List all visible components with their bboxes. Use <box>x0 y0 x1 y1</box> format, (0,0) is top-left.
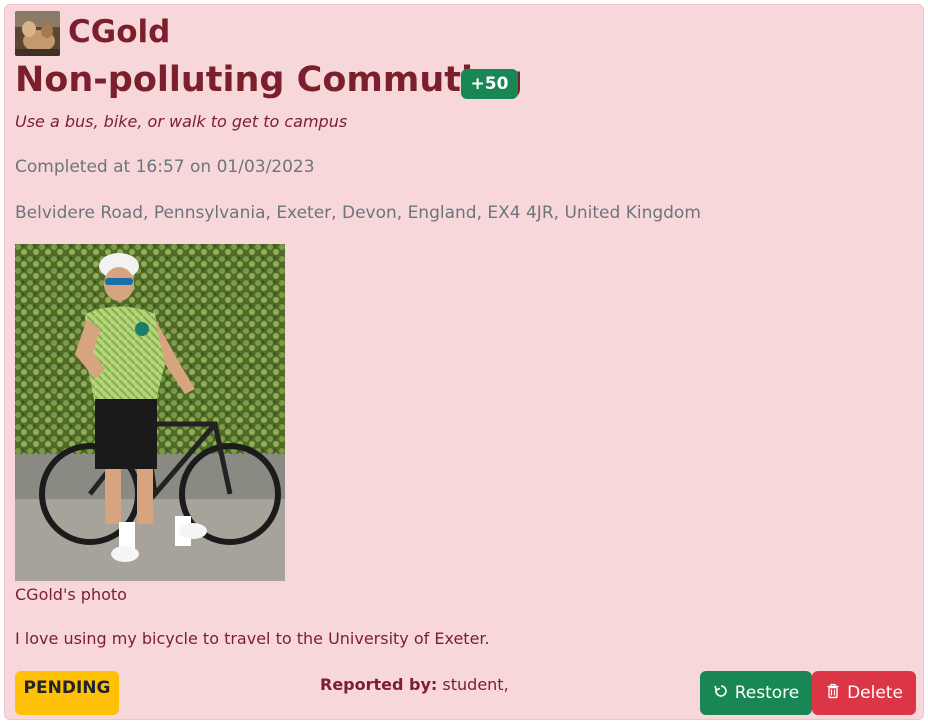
submission-photo <box>15 244 285 581</box>
photo-caption: CGold's photo <box>15 585 127 604</box>
restore-button[interactable]: Restore <box>700 671 812 715</box>
delete-button[interactable]: Delete <box>812 671 916 715</box>
reported-by-value: student, <box>442 675 509 694</box>
status-badge: PENDING <box>15 671 119 715</box>
reported-by-label: Reported by: <box>320 675 438 694</box>
username: CGold <box>68 14 171 50</box>
user-comment: I love using my bicycle to travel to the… <box>15 629 490 648</box>
challenge-title: Non-polluting Commuting <box>15 60 523 100</box>
completed-time: Completed at 16:57 on 01/03/2023 <box>15 157 315 177</box>
reported-by: Reported by: student, <box>320 673 509 697</box>
restore-icon <box>713 683 729 704</box>
restore-label: Restore <box>734 683 800 703</box>
trash-icon <box>825 683 841 704</box>
delete-label: Delete <box>847 683 903 703</box>
location-text: Belvidere Road, Pennsylvania, Exeter, De… <box>15 203 701 223</box>
report-card: CGold Non-polluting Commuting +50 Use a … <box>4 4 924 720</box>
avatar <box>15 11 60 56</box>
points-badge: +50 <box>461 69 518 99</box>
challenge-description: Use a bus, bike, or walk to get to campu… <box>15 112 348 131</box>
